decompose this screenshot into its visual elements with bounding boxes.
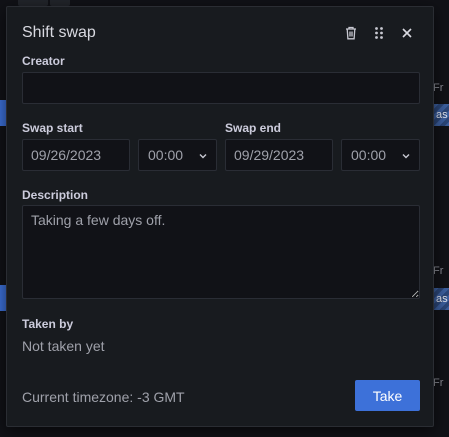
- description-textarea[interactable]: Taking a few days off.: [22, 205, 420, 299]
- taken-by-label: Taken by: [22, 317, 74, 331]
- swap-end-label: Swap end: [225, 121, 282, 135]
- creator-field[interactable]: [22, 72, 420, 104]
- swap-start-time-value: 00:00: [148, 147, 184, 163]
- swap-end-time-select[interactable]: 00:00: [341, 139, 420, 171]
- take-button[interactable]: Take: [355, 380, 420, 411]
- swap-end-date-input[interactable]: 09/29/2023: [225, 139, 333, 171]
- close-icon[interactable]: [399, 25, 415, 41]
- background-label: Fr: [433, 265, 444, 277]
- delete-icon[interactable]: [343, 25, 359, 41]
- background-shift-bar: as: [433, 104, 449, 126]
- background-shift-bar: as: [433, 288, 449, 310]
- swap-start-time-select[interactable]: 00:00: [138, 139, 217, 171]
- chevron-down-icon: [199, 154, 207, 159]
- drag-handle-icon[interactable]: [371, 25, 387, 41]
- swap-start-label: Swap start: [22, 121, 83, 135]
- chevron-down-icon: [402, 154, 410, 159]
- swap-end-time-value: 00:00: [351, 147, 387, 163]
- taken-by-value: Not taken yet: [22, 338, 105, 354]
- timezone-text: Current timezone: -3 GMT: [22, 389, 185, 405]
- dialog-title: Shift swap: [22, 24, 96, 41]
- swap-start-date-input[interactable]: 09/26/2023: [22, 139, 130, 171]
- creator-label: Creator: [22, 54, 65, 68]
- background-label: Fr: [433, 377, 444, 389]
- description-label: Description: [22, 188, 89, 202]
- shift-swap-dialog: Shift swap Creator Swap start 09/26/2023…: [6, 6, 434, 427]
- background-label: Fr: [433, 82, 444, 94]
